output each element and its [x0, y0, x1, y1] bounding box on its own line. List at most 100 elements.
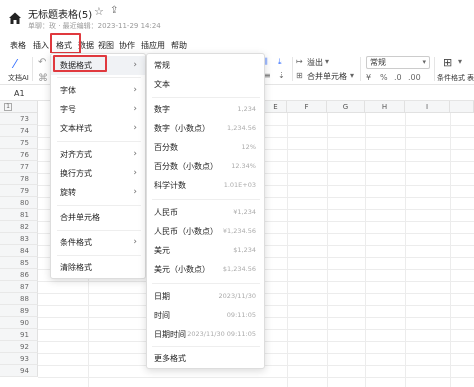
menu-insert[interactable]: 插入 — [33, 40, 49, 51]
menu-divider — [57, 230, 141, 231]
row-header[interactable]: 78 — [0, 173, 38, 185]
align-extra-icon[interactable]: ≡ — [264, 71, 271, 80]
decimal-decrease-icon[interactable]: .00 — [408, 73, 421, 82]
row-header[interactable]: 84 — [0, 245, 38, 257]
merge-cells-label[interactable]: 合并单元格 — [307, 71, 347, 82]
merge-cells-icon[interactable]: ⊞ — [296, 71, 303, 80]
chevron-down-icon[interactable]: ▾ — [325, 57, 329, 66]
document-title[interactable]: 无标题表格(5) — [28, 6, 92, 21]
row-header[interactable]: 74 — [0, 125, 38, 137]
chevron-down-icon[interactable]: ▾ — [350, 71, 354, 80]
menu-apps[interactable]: 插应用 — [141, 40, 165, 51]
cell-reference[interactable]: A1 — [14, 89, 25, 98]
row-header[interactable]: 86 — [0, 269, 38, 281]
row-header[interactable]: 75 — [0, 137, 38, 149]
column-header-j[interactable] — [450, 101, 474, 113]
home-icon[interactable] — [8, 11, 22, 25]
menu-table[interactable]: 表格 — [10, 40, 26, 51]
menu-item-text-style[interactable]: 文本样式 › — [51, 119, 145, 138]
chevron-down-icon: ▾ — [422, 58, 426, 66]
format-option-datetime[interactable]: 日期时间 2023/11/30 09:11:05 — [147, 325, 264, 344]
format-option-text[interactable]: 文本 — [147, 75, 264, 94]
menu-item-font-size[interactable]: 字号 › — [51, 100, 145, 119]
row-header[interactable]: 89 — [0, 305, 38, 317]
row-header[interactable]: 82 — [0, 221, 38, 233]
chevron-right-icon: › — [133, 168, 137, 178]
row-header[interactable]: 79 — [0, 185, 38, 197]
row-header[interactable]: 73 — [0, 113, 38, 125]
format-option-label: 日期时间 — [154, 330, 186, 339]
undo-icon[interactable]: ↶ — [38, 57, 46, 68]
row-header[interactable]: 90 — [0, 317, 38, 329]
row-header[interactable]: 88 — [0, 293, 38, 305]
column-header-f[interactable]: F — [287, 101, 327, 113]
row-header[interactable]: 76 — [0, 149, 38, 161]
freeze-row-indicator[interactable]: 1 — [4, 103, 12, 111]
chevron-down-icon[interactable]: ▾ — [458, 57, 462, 66]
title-bar: 无标题表格(5) ☆ ⇪ 单聊：玫 · 最近编辑：2023-11-29 14:2… — [0, 0, 474, 36]
overflow-icon[interactable]: ↦ — [296, 57, 303, 66]
column-header-g[interactable]: G — [327, 101, 365, 113]
row-header[interactable]: 91 — [0, 329, 38, 341]
menu-collab[interactable]: 协作 — [119, 40, 135, 51]
menu-item-alignment[interactable]: 对齐方式 › — [51, 145, 145, 164]
corner-header[interactable]: 1 — [0, 101, 38, 113]
currency-icon[interactable]: ¥ — [366, 73, 371, 82]
menu-item-font[interactable]: 字体 › — [51, 81, 145, 100]
menu-view[interactable]: 视图 — [98, 40, 114, 51]
menu-item-conditional-format[interactable]: 条件格式 › — [51, 233, 145, 252]
row-header[interactable]: 94 — [0, 365, 38, 377]
format-menu-highlight — [50, 33, 81, 54]
menu-item-clear-format[interactable]: 清除格式 — [51, 258, 145, 277]
row-header[interactable]: 81 — [0, 209, 38, 221]
menu-divider — [57, 205, 141, 206]
format-option-percent[interactable]: 百分数 12% — [147, 138, 264, 157]
format-option-scientific[interactable]: 科学计数 1.01E+03 — [147, 176, 264, 195]
format-option-example: 1.01E+03 — [223, 181, 256, 189]
ai-button-label[interactable]: 文档AI — [8, 73, 29, 83]
valign-bottom-icon[interactable]: ⤓ — [278, 57, 282, 67]
menu-help[interactable]: 帮助 — [171, 40, 187, 51]
row-header[interactable]: 92 — [0, 341, 38, 353]
format-option-general[interactable]: 常规 — [147, 56, 264, 75]
row-header[interactable]: 93 — [0, 353, 38, 365]
percent-icon[interactable]: % — [380, 73, 388, 82]
menu-item-rotate[interactable]: 旋转 › — [51, 183, 145, 202]
magic-wand-icon[interactable]: ⁄ — [14, 57, 16, 71]
format-option-cny-decimal[interactable]: 人民币（小数点） ¥1,234.56 — [147, 222, 264, 241]
row-header[interactable]: 83 — [0, 233, 38, 245]
valign-extra-icon[interactable]: ⇣ — [278, 71, 285, 80]
column-header-i[interactable]: I — [405, 101, 450, 113]
data-format-highlight — [53, 55, 107, 72]
column-header-e[interactable]: E — [265, 101, 287, 113]
format-option-cny[interactable]: 人民币 ¥1,234 — [147, 203, 264, 222]
menu-item-merge-cells[interactable]: 合并单元格 — [51, 208, 145, 227]
overflow-label[interactable]: 溢出 — [307, 57, 323, 68]
grid-line — [38, 377, 474, 378]
format-option-percent-decimal[interactable]: 百分数（小数点） 12.34% — [147, 157, 264, 176]
format-option-number[interactable]: 数字 1,234 — [147, 100, 264, 119]
format-option-usd-decimal[interactable]: 美元（小数点） $1,234.56 — [147, 260, 264, 279]
cloud-sync-icon[interactable]: ⇪ — [110, 5, 118, 16]
decimal-increase-icon[interactable]: .0 — [394, 73, 402, 82]
row-header[interactable]: 80 — [0, 197, 38, 209]
format-option-time[interactable]: 时间 09:11:05 — [147, 306, 264, 325]
format-option-label: 人民币 — [154, 208, 178, 217]
row-header[interactable]: 77 — [0, 161, 38, 173]
column-header-h[interactable]: H — [365, 101, 405, 113]
menu-item-wrap[interactable]: 换行方式 › — [51, 164, 145, 183]
row-header[interactable]: 85 — [0, 257, 38, 269]
fill-label[interactable]: 表 — [467, 73, 474, 83]
cond-format-icon[interactable]: ⊞ — [443, 56, 452, 69]
row-header[interactable]: 87 — [0, 281, 38, 293]
cond-format-label[interactable]: 条件格式 — [437, 73, 465, 83]
star-icon[interactable]: ☆ — [94, 5, 104, 18]
format-painter-icon[interactable]: ⌘ — [38, 73, 48, 84]
format-option-date[interactable]: 日期 2023/11/30 — [147, 287, 264, 306]
format-option-example: 12.34% — [231, 162, 256, 170]
format-option-usd[interactable]: 美元 $1,234 — [147, 241, 264, 260]
format-option-number-decimal[interactable]: 数字（小数点） 1,234.56 — [147, 119, 264, 138]
format-option-label: 文本 — [154, 80, 170, 89]
number-format-select[interactable]: 常规 ▾ — [366, 56, 430, 69]
format-option-more[interactable]: 更多格式 — [147, 349, 264, 368]
